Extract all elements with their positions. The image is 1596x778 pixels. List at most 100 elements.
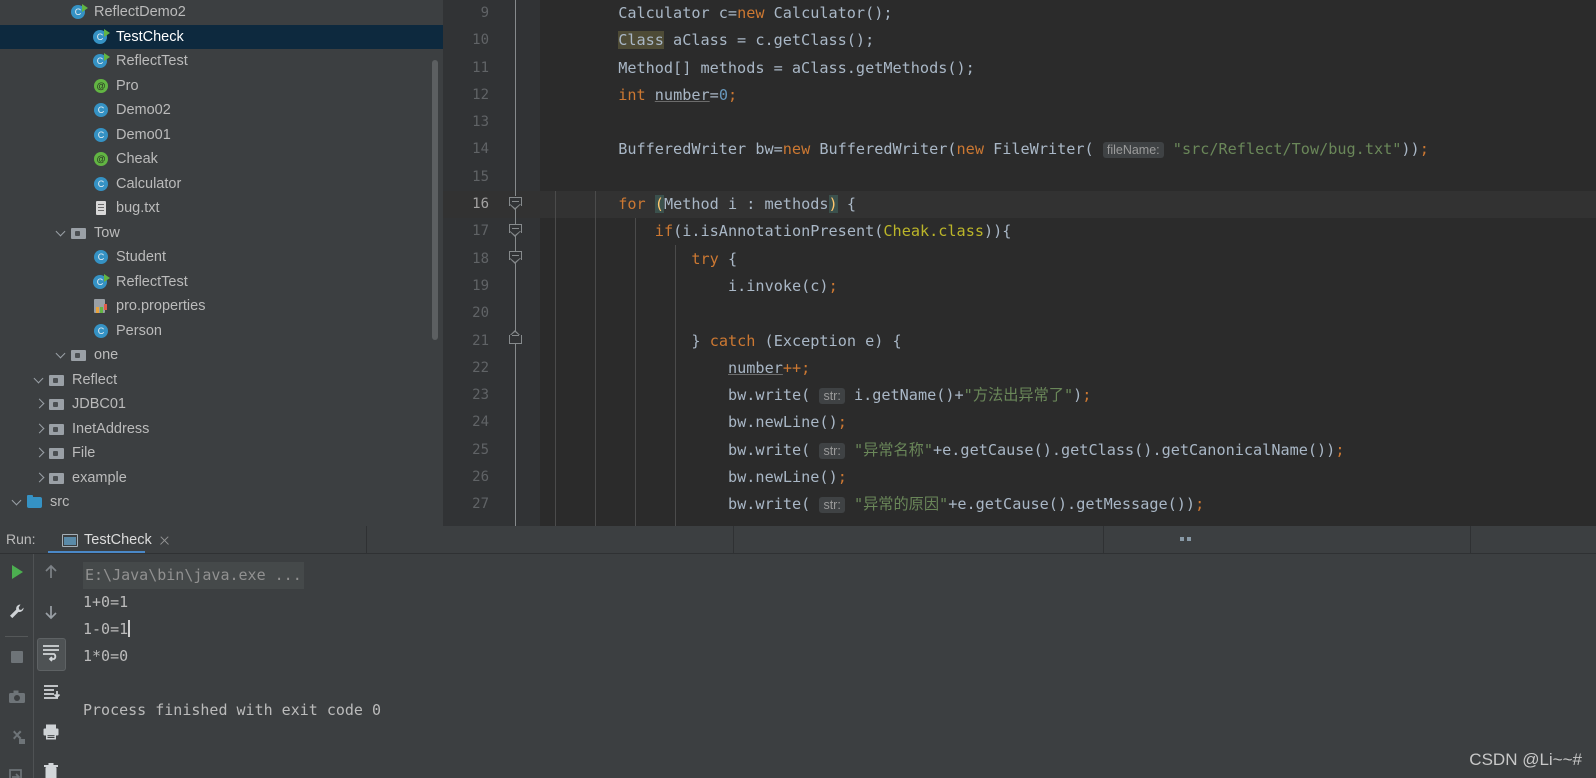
- line-number: 17: [472, 223, 489, 240]
- text-file-icon: [92, 199, 110, 217]
- java-class-icon: [92, 322, 110, 340]
- chevron-down-icon[interactable]: [54, 347, 70, 363]
- header-divider: [1103, 526, 1104, 554]
- line-number: 15: [472, 168, 489, 185]
- scroll-to-end-icon: [41, 682, 61, 707]
- run-config-icon: [62, 533, 78, 547]
- chevron-down-icon[interactable]: [32, 372, 48, 388]
- header-grip-icon[interactable]: [1180, 537, 1194, 543]
- tree-item-bug-txt[interactable]: bug.txt: [0, 196, 443, 221]
- tree-item-label: ReflectTest: [116, 53, 188, 70]
- line-number: 22: [472, 359, 489, 376]
- dump-threads-button[interactable]: [0, 679, 33, 719]
- soft-wrap-toggle[interactable]: [34, 634, 67, 674]
- tree-item-testcheck[interactable]: TestCheck: [0, 24, 443, 49]
- camera-icon: [7, 687, 27, 712]
- print-button[interactable]: [34, 714, 67, 754]
- scroll-to-end-button[interactable]: [34, 674, 67, 714]
- tree-item-calculator[interactable]: Calculator: [0, 172, 443, 197]
- tree-item-pro-properties[interactable]: pro.properties: [0, 294, 443, 319]
- code-line-24[interactable]: 24 bw.newLine();: [443, 409, 1596, 436]
- code-line-25[interactable]: 25 bw.write( str: "异常名称"+e.getCause().get…: [443, 437, 1596, 464]
- code-line-20[interactable]: 20: [443, 300, 1596, 327]
- code-line-14[interactable]: 14 BufferedWriter bw=new BufferedWriter(n…: [443, 136, 1596, 163]
- watermark: CSDN @Li~~#: [1469, 750, 1582, 769]
- tree-item-demo01[interactable]: Demo01: [0, 123, 443, 148]
- indent-guide: [675, 245, 676, 526]
- code-text: bw.newLine();: [728, 413, 847, 432]
- stop-button[interactable]: [0, 639, 33, 679]
- project-tree-panel[interactable]: ReflectDemo2 TestCheck ReflectTest Pro Demo0…: [0, 0, 443, 526]
- run-tab-testcheck[interactable]: TestCheck: [54, 526, 178, 554]
- fold-marker-21[interactable]: [509, 330, 522, 344]
- code-line-18[interactable]: 18 try {: [443, 246, 1596, 273]
- run-panel-header: Run: TestCheck: [0, 526, 1596, 554]
- tree-item-inetaddress[interactable]: InetAddress: [0, 417, 443, 442]
- code-line-22[interactable]: 22 number++;: [443, 355, 1596, 382]
- code-editor[interactable]: 9 Calculator c=new Calculator(); 10 Class a…: [443, 0, 1596, 526]
- tree-item-cheak[interactable]: Cheak: [0, 147, 443, 172]
- tree-item-label: Tow: [94, 224, 120, 241]
- run-console-toolbar[interactable]: [33, 554, 66, 778]
- tree-item-example[interactable]: example: [0, 466, 443, 491]
- code-text: bw.write( str: "异常名称"+e.getCause().getCl…: [728, 440, 1345, 459]
- chevron-right-icon[interactable]: [32, 396, 48, 412]
- tree-item-reflect[interactable]: Reflect: [0, 368, 443, 393]
- chevron-right-icon[interactable]: [32, 470, 48, 486]
- java-class-icon: [92, 101, 110, 119]
- tree-item-jdbc01[interactable]: JDBC01: [0, 392, 443, 417]
- project-tree-scrollbar[interactable]: [432, 60, 438, 340]
- tree-item-reflectdemo2[interactable]: ReflectDemo2: [0, 0, 443, 25]
- edit-configuration-button[interactable]: [0, 594, 33, 634]
- tree-item-src[interactable]: src: [0, 490, 443, 515]
- code-line-17[interactable]: 17 if(i.isAnnotationPresent(Cheak.class))…: [443, 218, 1596, 245]
- chevron-down-icon[interactable]: [10, 494, 26, 510]
- tree-item-pro[interactable]: Pro: [0, 74, 443, 99]
- chevron-right-icon[interactable]: [32, 421, 48, 437]
- code-line-26[interactable]: 26 bw.newLine();: [443, 464, 1596, 491]
- tree-item-person[interactable]: Person: [0, 319, 443, 344]
- folder-icon: [48, 371, 66, 389]
- code-line-27[interactable]: 27 bw.write( str: "异常的原因"+e.getCause().ge…: [443, 491, 1596, 518]
- code-text: Calculator c=new Calculator();: [618, 4, 893, 22]
- java-class-icon: [92, 126, 110, 144]
- code-line-11[interactable]: 11 Method[] methods = aClass.getMethods()…: [443, 55, 1596, 82]
- close-icon[interactable]: [158, 534, 170, 546]
- console-output[interactable]: E:\Java\bin\java.exe ... 1+0=1 1-0=1 1*0=0 P…: [67, 554, 1596, 778]
- java-class-icon: [92, 248, 110, 266]
- tree-item-student[interactable]: Student: [0, 245, 443, 270]
- tree-item-reflecttest[interactable]: ReflectTest: [0, 270, 443, 295]
- code-line-16[interactable]: 16 for (Method i : methods) {: [443, 191, 1596, 219]
- code-line-13[interactable]: 13: [443, 109, 1596, 136]
- code-line-10[interactable]: 10 Class aClass = c.getClass();: [443, 27, 1596, 54]
- run-badge-icon: [104, 273, 110, 282]
- code-line-9[interactable]: 9 Calculator c=new Calculator();: [443, 0, 1596, 27]
- code-line-19[interactable]: 19 i.invoke(c);: [443, 273, 1596, 300]
- rerun-play-icon: [7, 562, 27, 587]
- restore-layout-button[interactable]: [0, 719, 33, 759]
- chevron-right-icon[interactable]: [32, 445, 48, 461]
- editor-split-area: ReflectDemo2 TestCheck ReflectTest Pro Demo0…: [0, 0, 1596, 526]
- clear-all-button[interactable]: [34, 754, 67, 778]
- code-line-21[interactable]: 21} catch (Exception e) {: [443, 328, 1596, 355]
- next-occurrence-button[interactable]: [34, 594, 67, 634]
- tree-item-reflecttest[interactable]: ReflectTest: [0, 49, 443, 74]
- export-button[interactable]: [0, 759, 33, 778]
- line-number: 11: [472, 59, 489, 76]
- code-line-12[interactable]: 12 int number=0;: [443, 82, 1596, 109]
- tree-item-file[interactable]: File: [0, 441, 443, 466]
- tree-item-one[interactable]: one: [0, 343, 443, 368]
- previous-occurrence-button[interactable]: [34, 554, 67, 594]
- chevron-down-icon[interactable]: [54, 225, 70, 241]
- run-left-toolbar[interactable]: [0, 554, 33, 778]
- rerun-button[interactable]: [0, 554, 33, 594]
- tree-item-tow[interactable]: Tow: [0, 221, 443, 246]
- code-line-23[interactable]: 23 bw.write( str: i.getName()+"方法出异常了");: [443, 382, 1596, 409]
- run-badge-icon: [104, 53, 110, 62]
- tree-item-demo02[interactable]: Demo02: [0, 98, 443, 123]
- code-line-15[interactable]: 15: [443, 164, 1596, 191]
- run-tab-label: TestCheck: [84, 532, 152, 548]
